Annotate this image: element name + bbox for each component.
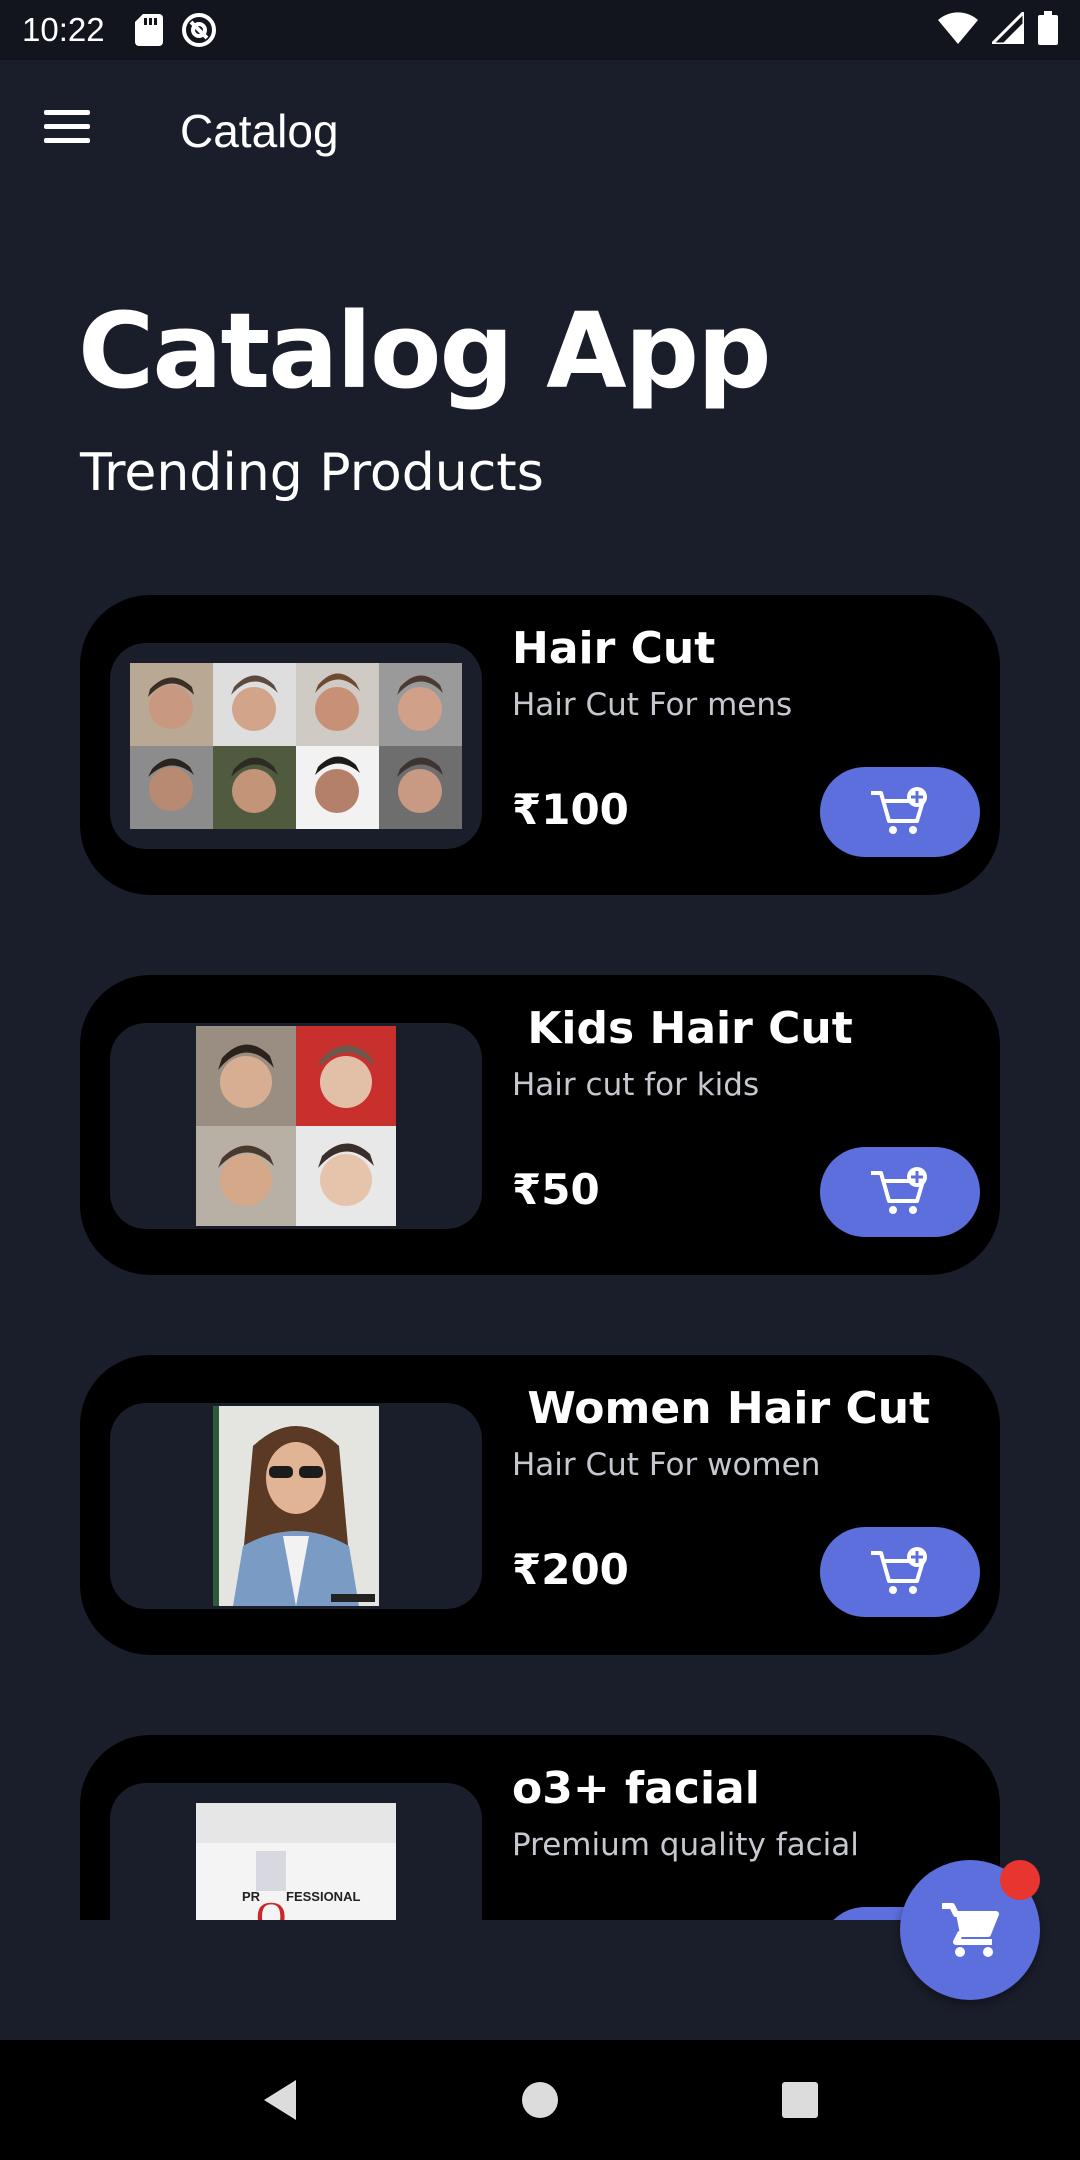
product-title: Hair Cut xyxy=(512,623,716,674)
product-price: ₹100 xyxy=(512,785,629,834)
product-image xyxy=(110,1023,482,1229)
status-bar: 10:22 xyxy=(0,0,1080,60)
add-to-cart-button[interactable] xyxy=(820,767,980,857)
product-list[interactable]: Hair Cut Hair Cut For mens ₹100 Kids Hai… xyxy=(0,590,1080,1920)
cart-badge xyxy=(1000,1860,1040,1900)
add-to-cart-button[interactable] xyxy=(820,1147,980,1237)
product-title: o3+ facial xyxy=(512,1763,760,1814)
product-description: Hair Cut For women xyxy=(512,1447,821,1483)
page-title: Catalog App xyxy=(78,290,772,412)
status-time: 10:22 xyxy=(22,11,105,48)
app-bar-title: Catalog xyxy=(180,105,339,157)
product-card[interactable]: PR FESSIONAL O 3+ o3+ facial Premium qua… xyxy=(80,1735,1000,1920)
wifi-icon xyxy=(938,11,978,49)
product-image xyxy=(110,1403,482,1609)
product-card[interactable]: Hair Cut Hair Cut For mens ₹100 xyxy=(80,595,1000,895)
shopping-cart-icon xyxy=(942,1903,999,1957)
battery-icon xyxy=(1038,10,1058,50)
svg-text:O: O xyxy=(256,1895,286,1920)
page-subtitle: Trending Products xyxy=(80,443,544,503)
product-price: ₹200 xyxy=(512,1545,629,1594)
app-bar: Catalog xyxy=(0,60,1080,205)
sd-card-icon xyxy=(134,14,163,46)
product-description: Hair cut for kids xyxy=(512,1067,760,1103)
svg-text:3+: 3+ xyxy=(284,1918,305,1920)
hamburger-menu-icon[interactable] xyxy=(44,110,94,150)
product-price: ₹50 xyxy=(512,1165,600,1214)
system-navigation-bar xyxy=(0,2040,1080,2160)
svg-text:FESSIONAL: FESSIONAL xyxy=(286,1889,360,1904)
home-icon[interactable] xyxy=(500,2060,580,2140)
add-to-cart-button[interactable] xyxy=(820,1527,980,1617)
signal-icon xyxy=(988,7,1026,49)
product-description: Hair Cut For mens xyxy=(512,687,793,723)
product-title: Women Hair Cut xyxy=(512,1383,931,1434)
product-title: Kids Hair Cut xyxy=(512,1003,853,1054)
add-to-cart-icon xyxy=(871,1547,927,1594)
product-image xyxy=(110,643,482,849)
product-image: PR FESSIONAL O 3+ xyxy=(110,1783,482,1920)
add-to-cart-icon xyxy=(871,1167,927,1214)
product-card[interactable]: Women Hair Cut Hair Cut For women ₹200 xyxy=(80,1355,1000,1655)
product-description: Premium quality facial xyxy=(512,1827,859,1863)
back-icon[interactable] xyxy=(240,2060,320,2140)
add-to-cart-icon xyxy=(871,787,927,834)
product-card[interactable]: Kids Hair Cut Hair cut for kids ₹50 xyxy=(80,975,1000,1275)
recents-icon[interactable] xyxy=(760,2060,840,2140)
at-sign-icon xyxy=(181,12,217,48)
